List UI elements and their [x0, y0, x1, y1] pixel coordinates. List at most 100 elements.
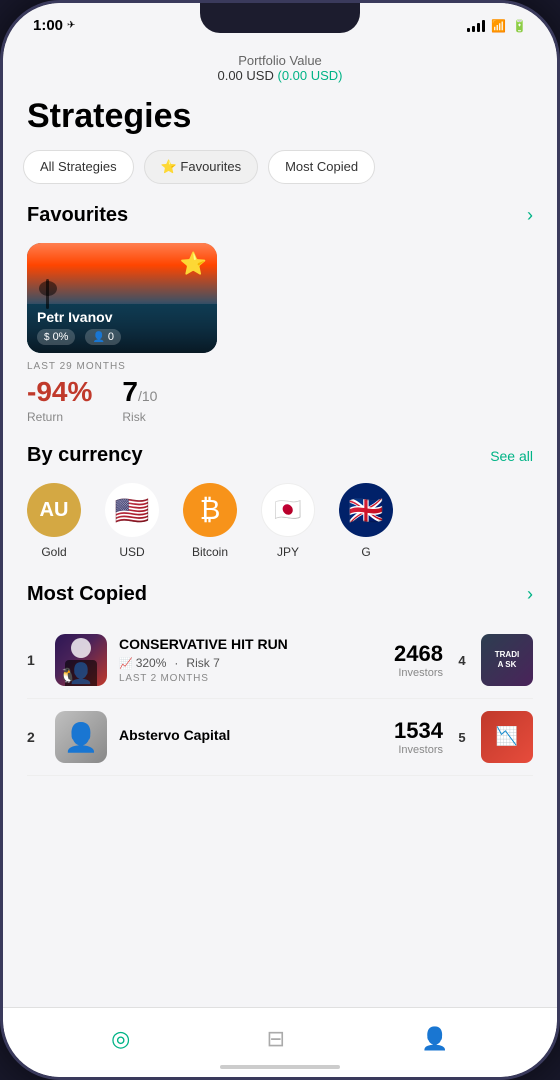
copied-item-2[interactable]: 2 👤 Abstervo Capital 1534 Investors 5: [27, 699, 533, 776]
count-number-2: 1534: [394, 718, 443, 744]
phone-frame: 1:00 ✈ 📶 🔋 Portfolio Value 0.00 U: [0, 0, 560, 1080]
strategies-nav-icon: ◎: [111, 1026, 130, 1052]
currency-item-usd[interactable]: 🇺🇸 USD: [105, 483, 159, 559]
person-icon: 👤: [92, 332, 104, 343]
copied-avatar-2: 👤: [55, 711, 107, 763]
nav-item-profile[interactable]: 👤: [405, 1022, 464, 1056]
card-thumb-1: TRADIA SK: [481, 634, 533, 686]
risk-value: 7/10: [122, 376, 157, 408]
copied-item-1[interactable]: 1 👤 🐧 CONSERVATIVE HIT RUN: [27, 622, 533, 699]
strategy-metrics: -94% Return 7/10 Risk: [27, 376, 533, 424]
favourite-card[interactable]: ⭐ Petr Ivanov $ 0% 👤 0: [27, 243, 217, 353]
currency-label-bitcoin: Bitcoin: [192, 545, 228, 559]
copied-avatar-1: 👤 🐧: [55, 634, 107, 686]
favourites-section: Favourites › ⭐ Petr Ivanov: [3, 204, 557, 444]
card-thumb-2: 📉: [481, 711, 533, 763]
portfolio-value: 0.00 USD (0.00 USD): [3, 68, 557, 83]
currency-item-jpy[interactable]: 🇯🇵 JPY: [261, 483, 315, 559]
most-copied-section: Most Copied › 1 👤 🐧: [3, 583, 557, 796]
copied-info-1: CONSERVATIVE HIT RUN 📈 320% · Risk 7 LAS…: [119, 636, 382, 684]
status-icons: 📶 🔋: [467, 19, 527, 33]
copied-rank-1: 1: [27, 652, 43, 668]
currency-circle-gold: AU: [27, 483, 81, 537]
currency-item-bitcoin[interactable]: ₿ Bitcoin: [183, 483, 237, 559]
by-currency-header: By currency See all: [27, 444, 533, 467]
return-value: -94%: [27, 376, 92, 408]
portfolio-label: Portfolio Value: [3, 53, 557, 68]
portfolio-nav-icon: ⊟: [267, 1026, 285, 1052]
home-indicator: [220, 1065, 340, 1069]
currency-label-gold: Gold: [41, 545, 66, 559]
dollar-icon: $: [44, 332, 50, 343]
currency-row: AU Gold 🇺🇸 USD ₿ Bitcoin 🇯: [27, 483, 533, 563]
tab-most-copied[interactable]: Most Copied: [268, 150, 375, 184]
currency-item-gbp[interactable]: 🇬🇧 G: [339, 483, 393, 559]
currency-circle-jpy: 🇯🇵: [261, 483, 315, 537]
risk-metric: 7/10 Risk: [122, 376, 157, 424]
wifi-icon: 📶: [491, 19, 506, 33]
meta-risk-1: ·: [174, 656, 178, 670]
strategy-duration: LAST 29 MONTHS: [27, 361, 533, 372]
card-profit-stat: $ 0%: [37, 329, 75, 345]
card-star-icon: ⭐: [180, 251, 207, 277]
avatar-conservative: 👤 🐧: [55, 634, 107, 686]
currency-label-jpy: JPY: [277, 545, 299, 559]
portfolio-header: Portfolio Value 0.00 USD (0.00 USD): [3, 43, 557, 89]
see-all-button[interactable]: See all: [490, 448, 533, 464]
most-copied-header: Most Copied ›: [27, 583, 533, 606]
card-copiers-stat: 👤 0: [85, 329, 121, 345]
card-image: ⭐ Petr Ivanov $ 0% 👤 0: [27, 243, 217, 353]
favourites-title: Favourites: [27, 204, 128, 227]
copied-name-1: CONSERVATIVE HIT RUN: [119, 636, 382, 652]
copied-name-2: Abstervo Capital: [119, 727, 382, 743]
copied-meta-1: 📈 320% · Risk 7: [119, 656, 382, 670]
card-overlay: Petr Ivanov $ 0% 👤 0: [27, 301, 217, 353]
chart-icon: 📈: [119, 657, 133, 670]
favourites-arrow-icon[interactable]: ›: [527, 205, 533, 226]
portfolio-change: (0.00 USD): [277, 68, 342, 83]
currency-circle-usd: 🇺🇸: [105, 483, 159, 537]
currency-label-usd: USD: [119, 545, 144, 559]
copied-rank-2: 2: [27, 729, 43, 745]
copied-count-1: 2468 Investors: [394, 641, 443, 679]
favourites-header: Favourites ›: [27, 204, 533, 227]
meta-return-1: 📈 320%: [119, 656, 166, 670]
currency-circle-gbp: 🇬🇧: [339, 483, 393, 537]
rank-badge-2: 5: [455, 730, 469, 745]
most-copied-title: Most Copied: [27, 583, 147, 606]
copied-duration-1: LAST 2 MONTHS: [119, 673, 382, 684]
by-currency-title: By currency: [27, 444, 143, 467]
currency-item-gold[interactable]: AU Gold: [27, 483, 81, 559]
return-metric: -94% Return: [27, 376, 92, 424]
risk-label: Risk: [122, 410, 157, 424]
currency-label-gbp: G: [361, 545, 370, 559]
phone-screen: 1:00 ✈ 📶 🔋 Portfolio Value 0.00 U: [3, 3, 557, 1077]
status-time: 1:00: [33, 17, 63, 34]
avatar-abstervo: 👤: [55, 711, 107, 763]
copied-count-2: 1534 Investors: [394, 718, 443, 756]
most-copied-arrow-icon[interactable]: ›: [527, 584, 533, 605]
filter-tabs: All Strategies ⭐ Favourites Most Copied: [3, 150, 557, 204]
signal-bars: [467, 20, 485, 32]
count-label-2: Investors: [394, 744, 443, 756]
return-label: Return: [27, 410, 92, 424]
tab-favourites[interactable]: ⭐ Favourites: [144, 150, 259, 184]
page-title: Strategies: [3, 89, 557, 150]
tab-all-strategies[interactable]: All Strategies: [23, 150, 134, 184]
screen-content[interactable]: Portfolio Value 0.00 USD (0.00 USD) Stra…: [3, 43, 557, 1007]
profile-nav-icon: 👤: [421, 1026, 448, 1052]
count-label-1: Investors: [394, 667, 443, 679]
card-stats: $ 0% 👤 0: [37, 329, 207, 345]
nav-item-strategies[interactable]: ◎: [95, 1022, 146, 1056]
currency-circle-bitcoin: ₿: [183, 483, 237, 537]
battery-icon: 🔋: [512, 19, 527, 33]
copied-info-2: Abstervo Capital: [119, 727, 382, 747]
meta-risk-value-1: Risk 7: [186, 656, 219, 670]
notch: [200, 3, 360, 33]
count-number-1: 2468: [394, 641, 443, 667]
card-name: Petr Ivanov: [37, 309, 207, 325]
airplane-icon: ✈: [67, 20, 75, 31]
by-currency-section: By currency See all AU Gold 🇺🇸 USD: [3, 444, 557, 583]
nav-item-portfolio[interactable]: ⊟: [251, 1022, 301, 1056]
rank-badge-1: 4: [455, 653, 469, 668]
